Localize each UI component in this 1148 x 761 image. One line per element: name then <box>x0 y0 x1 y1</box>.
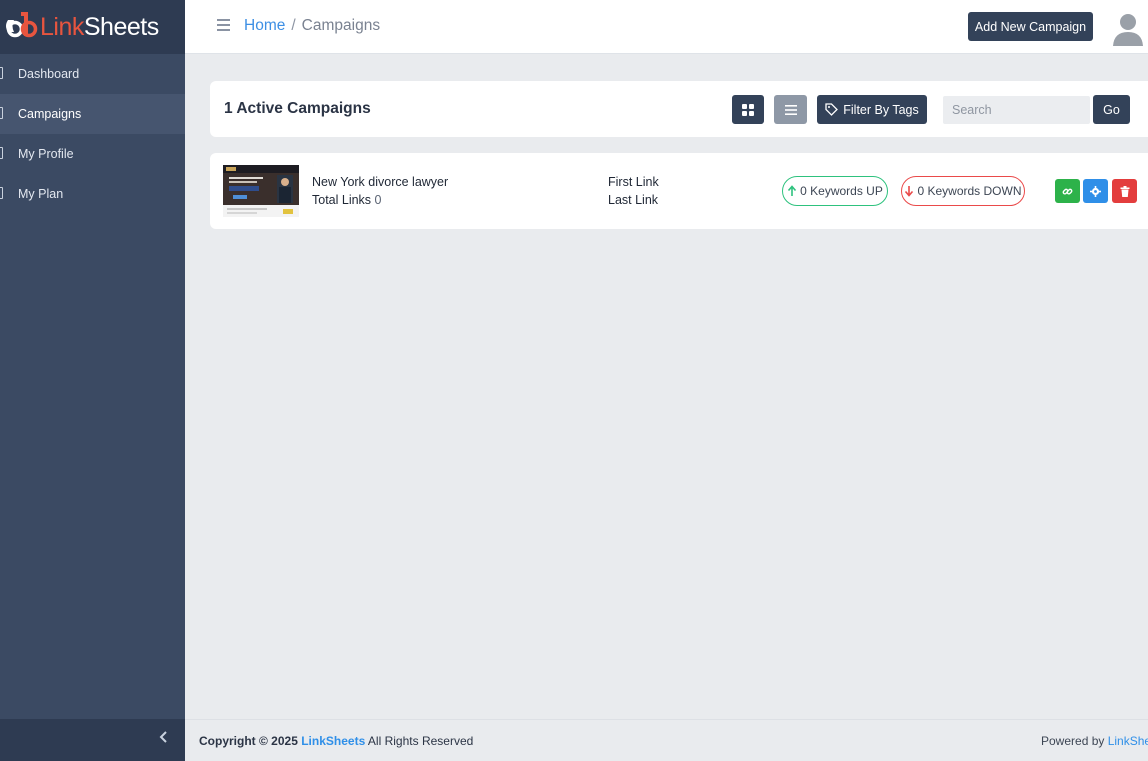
user-avatar-icon[interactable] <box>1111 10 1145 48</box>
campaign-total-links: Total Links 0 <box>312 193 382 207</box>
search-input[interactable] <box>943 96 1090 124</box>
campaigns-icon <box>0 107 3 119</box>
page-footer: Copyright © 2025 LinkSheets All Rights R… <box>185 719 1148 761</box>
campaign-delete-button[interactable] <box>1112 179 1137 203</box>
keywords-down-badge: 0 Keywords DOWN <box>901 176 1025 206</box>
sidebar-item-campaigns[interactable]: Campaigns <box>0 94 185 134</box>
tag-icon <box>825 103 839 116</box>
sidebar: LinkSheets Dashboard Campaigns My Profil… <box>0 0 185 761</box>
keywords-up-badge: 0 Keywords UP <box>782 176 888 206</box>
breadcrumb-current: Campaigns <box>301 17 381 34</box>
arrow-down-icon <box>905 186 914 197</box>
chevron-left-icon[interactable] <box>157 730 171 748</box>
hamburger-menu-icon[interactable] <box>217 19 230 32</box>
trash-icon <box>1120 185 1129 197</box>
filter-label: Filter By Tags <box>843 102 919 117</box>
active-campaigns-count: 1 Active Campaigns <box>224 100 371 117</box>
dashboard-icon <box>0 67 3 79</box>
copyright-text: Copyright © 2025 LinkSheets All Rights R… <box>199 734 474 748</box>
last-link-label: Last Link <box>608 193 659 207</box>
grid-view-button[interactable] <box>732 95 764 124</box>
campaign-row: New York divorce lawyer Total Links 0 Fi… <box>210 153 1148 229</box>
linksheets-logo-icon <box>6 12 38 38</box>
sidebar-item-label: Dashboard <box>18 67 80 81</box>
topbar: Home / Campaigns Add New Campaign <box>185 0 1148 54</box>
grid-icon <box>742 103 754 116</box>
sidebar-item-my-plan[interactable]: My Plan <box>0 174 185 214</box>
plan-icon <box>0 187 3 199</box>
breadcrumb-separator: / <box>291 17 296 34</box>
campaigns-toolbar: 1 Active Campaigns Filter By Tags Go <box>210 81 1148 137</box>
footer-brand-link[interactable]: LinkSheets <box>301 734 365 748</box>
profile-icon <box>0 147 3 159</box>
sidebar-item-my-profile[interactable]: My Profile <box>0 134 185 174</box>
campaign-settings-button[interactable] <box>1083 179 1108 203</box>
arrow-up-icon <box>788 185 797 196</box>
gear-icon <box>1090 185 1101 197</box>
campaign-thumbnail[interactable] <box>223 165 299 217</box>
breadcrumb-home-link[interactable]: Home <box>244 17 285 34</box>
list-icon <box>784 104 797 115</box>
sidebar-item-label: Campaigns <box>18 107 82 121</box>
breadcrumb: Home / Campaigns <box>244 17 380 35</box>
powered-by-link[interactable]: LinkShe <box>1108 734 1148 748</box>
sidebar-item-dashboard[interactable]: Dashboard <box>0 54 185 94</box>
filter-by-tags-button[interactable]: Filter By Tags <box>817 95 927 124</box>
campaign-name-link[interactable]: New York divorce lawyer <box>312 175 448 189</box>
brand-logo[interactable]: LinkSheets <box>0 0 185 54</box>
go-button[interactable]: Go <box>1093 95 1130 124</box>
sidebar-item-label: My Plan <box>18 187 64 201</box>
sidebar-nav: Dashboard Campaigns My Profile My Plan <box>0 54 185 214</box>
sidebar-footer <box>0 719 185 761</box>
link-icon <box>1062 188 1073 195</box>
app-window: LinkSheets Dashboard Campaigns My Profil… <box>0 0 1148 761</box>
first-link-label: First Link <box>608 175 659 189</box>
list-view-button[interactable] <box>774 95 807 124</box>
brand-name: LinkSheets <box>40 12 159 41</box>
add-new-campaign-button[interactable]: Add New Campaign <box>968 12 1093 41</box>
campaign-links-button[interactable] <box>1055 179 1080 203</box>
powered-by-text: Powered by LinkShe <box>1041 734 1148 748</box>
sidebar-item-label: My Profile <box>18 147 74 161</box>
